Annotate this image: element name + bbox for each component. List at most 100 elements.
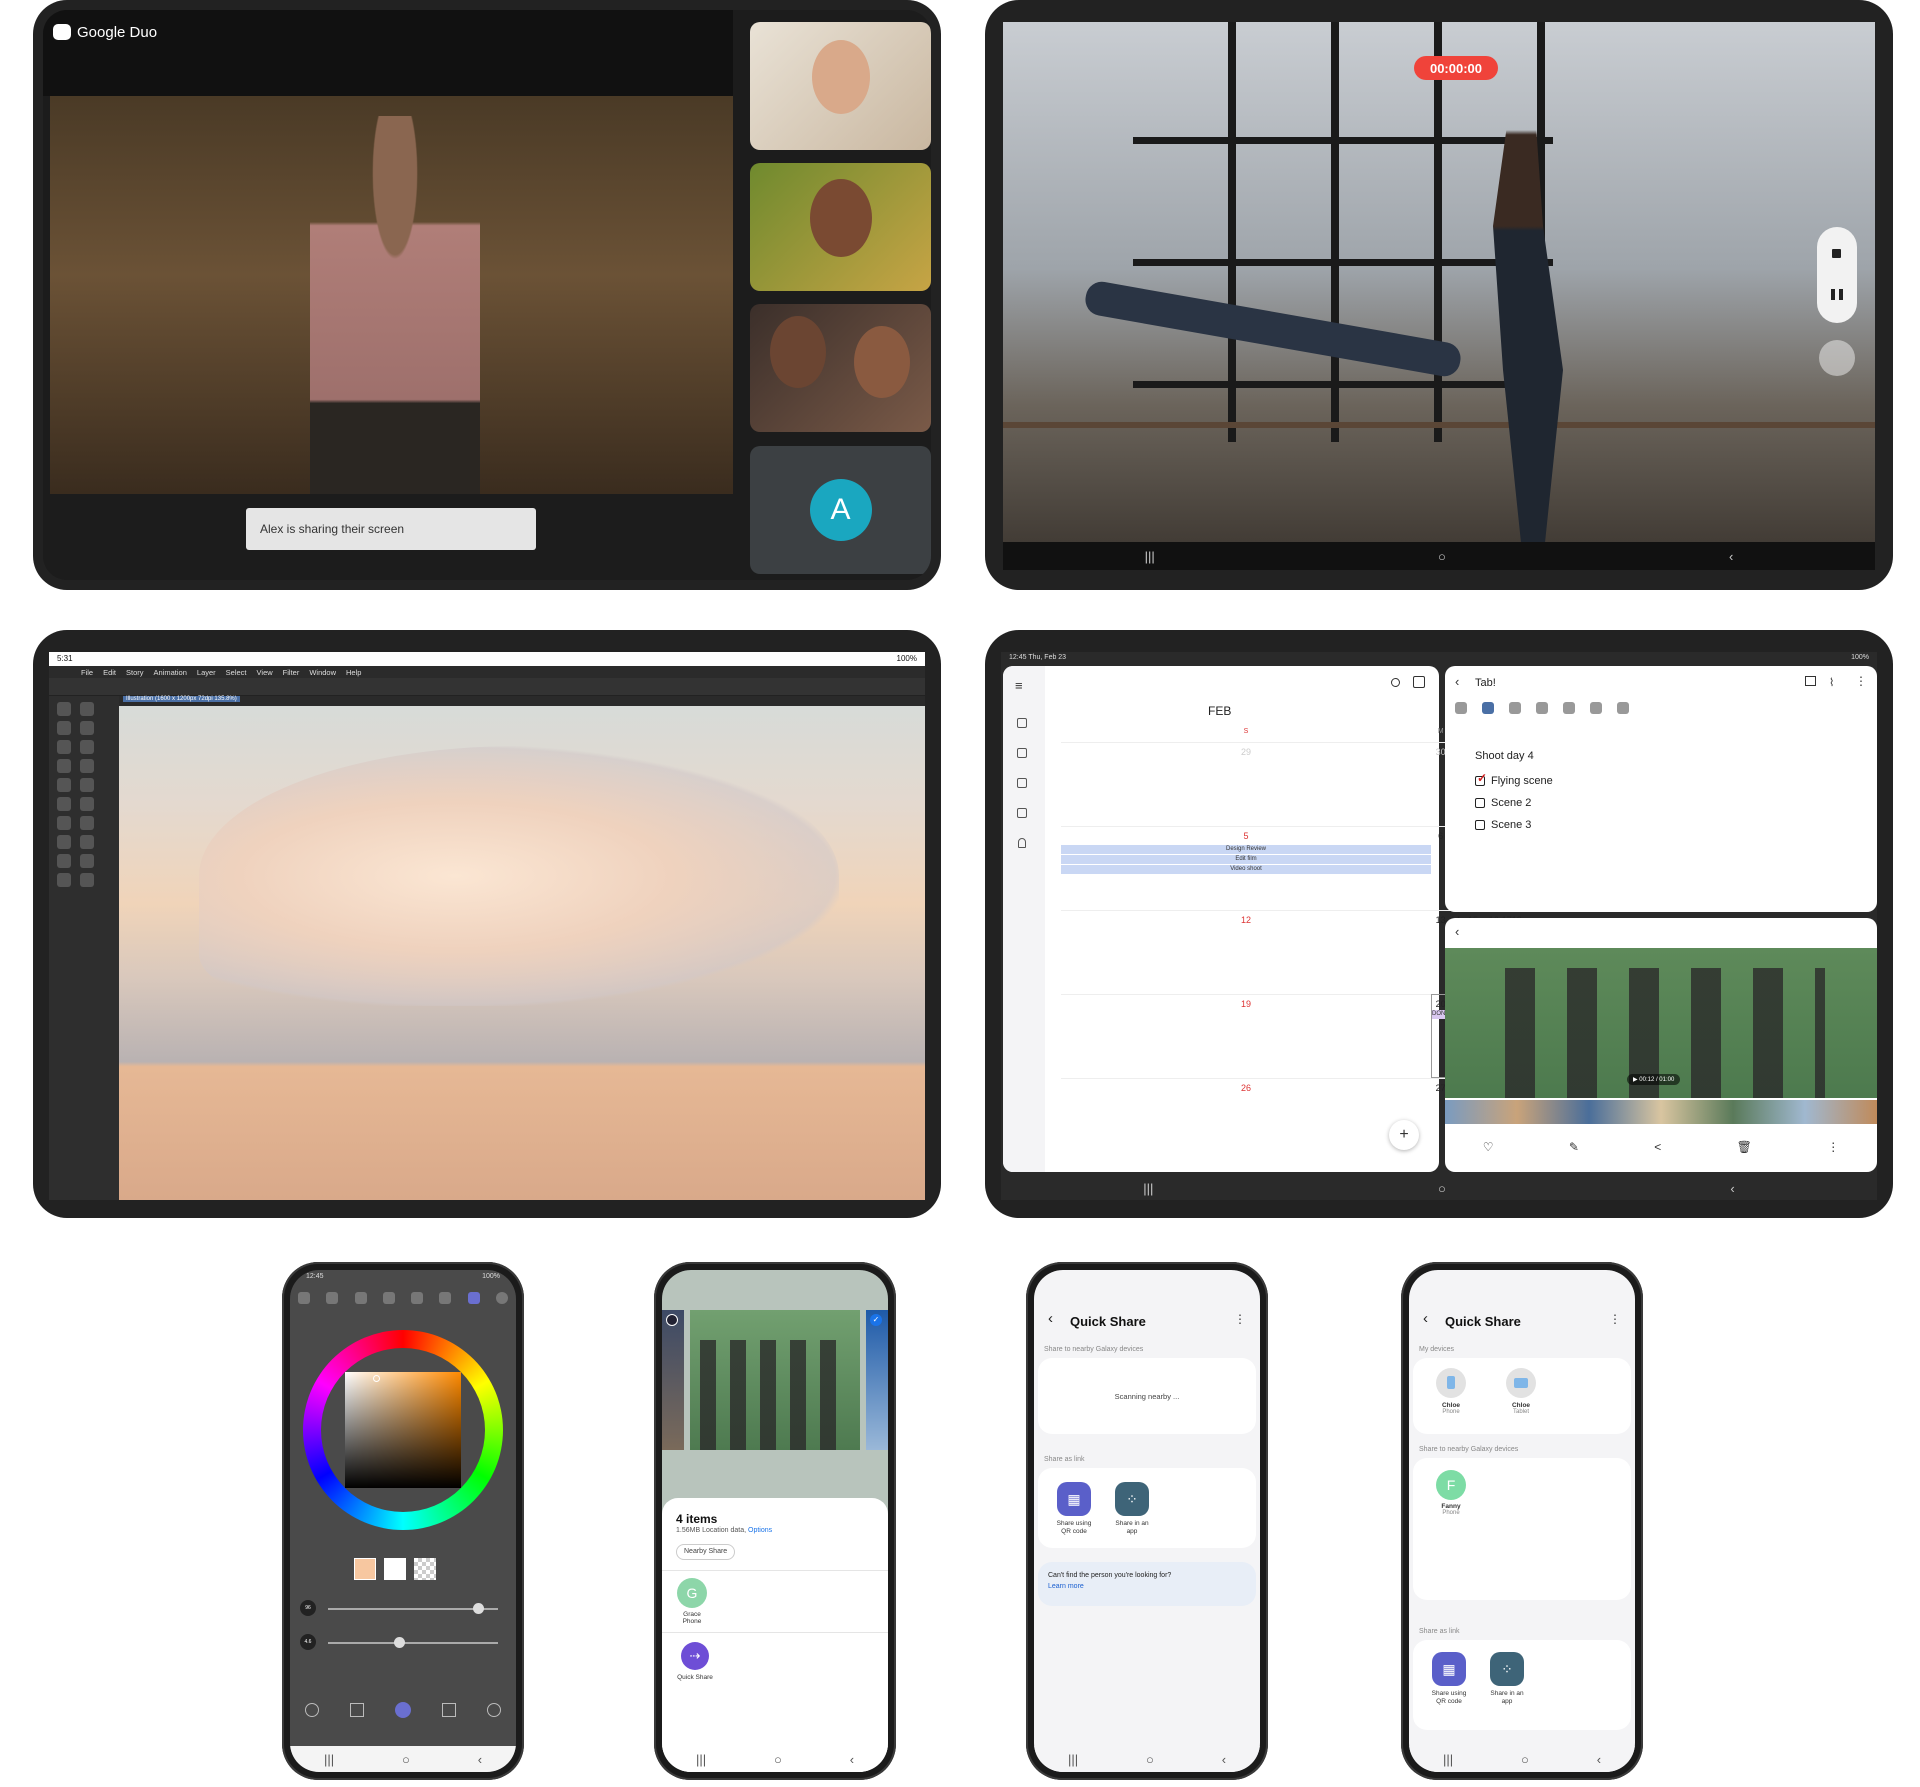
- fill-icon[interactable]: [57, 816, 71, 830]
- slider-1-knob[interactable]: [472, 1603, 484, 1614]
- select-circle-icon[interactable]: [666, 1314, 678, 1326]
- gradient-icon[interactable]: [80, 816, 94, 830]
- rotate-icon[interactable]: [57, 721, 71, 735]
- transparent-swatch[interactable]: [414, 1558, 436, 1580]
- transform-icon[interactable]: [350, 1703, 365, 1717]
- layer-icon[interactable]: [394, 1702, 411, 1718]
- more-icon[interactable]: ⋮: [1827, 1140, 1839, 1154]
- menu-item[interactable]: Select: [226, 668, 247, 677]
- wrench-icon[interactable]: [486, 1703, 501, 1717]
- zoom-icon[interactable]: [57, 702, 71, 716]
- select-check-icon[interactable]: ✓: [870, 1314, 882, 1326]
- home-icon[interactable]: ○: [774, 1752, 782, 1767]
- menu-item[interactable]: Animation: [154, 668, 187, 677]
- redo-icon[interactable]: [1617, 702, 1629, 714]
- back-icon[interactable]: ‹: [1423, 1310, 1428, 1327]
- share-icon[interactable]: <: [1654, 1140, 1661, 1154]
- home-icon[interactable]: ○: [402, 1752, 410, 1767]
- participant-tile-3[interactable]: [750, 304, 931, 432]
- hand-icon[interactable]: [80, 702, 94, 716]
- wand-icon[interactable]: [80, 740, 94, 754]
- home-icon[interactable]: ○: [1438, 549, 1446, 564]
- calendar-day[interactable]: 26: [1061, 1078, 1431, 1118]
- highlighter-icon[interactable]: [1509, 702, 1521, 714]
- canvas-tab[interactable]: Illustration (1600 x 1200px 72dpi 135.8%…: [119, 696, 925, 706]
- back-icon[interactable]: ‹: [1048, 1310, 1053, 1327]
- delete-icon[interactable]: 🗑: [1737, 1140, 1752, 1154]
- main-color-swatch[interactable]: [354, 1558, 376, 1580]
- today-icon[interactable]: [1413, 676, 1425, 688]
- brush-icon[interactable]: [80, 778, 94, 792]
- slider-2-knob[interactable]: [394, 1637, 406, 1648]
- participant-tile-2[interactable]: [750, 163, 931, 291]
- participant-tile-1[interactable]: [750, 22, 931, 150]
- calendar-day[interactable]: 12: [1061, 910, 1431, 994]
- frame-icon[interactable]: [80, 835, 94, 849]
- recents-icon[interactable]: |||: [1068, 1752, 1078, 1767]
- media-thumb-right[interactable]: [866, 1310, 888, 1450]
- back-icon[interactable]: ‹: [850, 1752, 854, 1767]
- share-app-option[interactable]: ⁘ Share in an app: [1110, 1482, 1154, 1536]
- back-icon[interactable]: ‹: [1455, 674, 1459, 689]
- home-icon[interactable]: ○: [1438, 1181, 1446, 1196]
- canvas-icon[interactable]: [441, 1703, 456, 1717]
- menu-item[interactable]: Filter: [283, 668, 300, 677]
- options-link[interactable]: Options: [748, 1527, 772, 1534]
- figure-icon[interactable]: [57, 854, 71, 868]
- move-icon[interactable]: [80, 721, 94, 735]
- zoom-icon[interactable]: [305, 1703, 320, 1717]
- sphere-icon[interactable]: [439, 1292, 452, 1304]
- ruler-icon[interactable]: [80, 873, 94, 887]
- sub-color-swatch[interactable]: [384, 1558, 406, 1580]
- media-thumb-main[interactable]: [690, 1310, 860, 1450]
- recents-icon[interactable]: |||: [1443, 1752, 1453, 1767]
- home-icon[interactable]: ○: [1146, 1752, 1154, 1767]
- event-bar[interactable]: Video shoot: [1061, 865, 1431, 874]
- home-icon[interactable]: ○: [1521, 1752, 1529, 1767]
- quick-share-target[interactable]: ⇢ Quick Share: [670, 1642, 720, 1681]
- share-qr-option[interactable]: ▦ Share using QR code: [1052, 1482, 1096, 1536]
- recents-icon[interactable]: |||: [324, 1752, 334, 1767]
- color-picker-handle[interactable]: [373, 1375, 380, 1382]
- contact-fanny[interactable]: F Fanny Phone: [1433, 1470, 1469, 1516]
- more-icon[interactable]: ⋮: [1855, 674, 1867, 688]
- reminder-icon[interactable]: [1018, 838, 1026, 848]
- media-thumb-left[interactable]: [662, 1310, 684, 1450]
- device-chloe-tablet[interactable]: Chloe Tablet: [1503, 1368, 1539, 1415]
- recents-icon[interactable]: |||: [1143, 1181, 1153, 1196]
- lasso-icon[interactable]: [1563, 702, 1575, 714]
- airbrush-icon[interactable]: [57, 797, 71, 811]
- menu-item[interactable]: Help: [346, 668, 361, 677]
- share-qr-option[interactable]: ▦ Share using QR code: [1427, 1652, 1471, 1706]
- calendar-day[interactable]: 5 Design Review Edit film Video shoot: [1061, 826, 1431, 910]
- book-icon[interactable]: [1805, 676, 1816, 686]
- favorite-icon[interactable]: ♡: [1483, 1140, 1494, 1154]
- stop-icon[interactable]: [1832, 249, 1841, 258]
- edit-icon[interactable]: ✎: [1569, 1140, 1579, 1154]
- checklist-item[interactable]: Scene 2: [1475, 792, 1553, 814]
- menu-item[interactable]: View: [257, 668, 273, 677]
- device-chloe-phone[interactable]: Chloe Phone: [1433, 1368, 1469, 1415]
- saturation-value-square[interactable]: [345, 1372, 461, 1488]
- select-icon[interactable]: [57, 740, 71, 754]
- camera-icon[interactable]: [1819, 340, 1855, 376]
- pencil-icon[interactable]: [57, 778, 71, 792]
- back-icon[interactable]: ‹: [478, 1752, 482, 1767]
- week-view-icon[interactable]: [1017, 778, 1027, 788]
- settings-icon[interactable]: [411, 1292, 424, 1304]
- image-icon[interactable]: [354, 1292, 367, 1304]
- menu-item[interactable]: File: [81, 668, 93, 677]
- event-bar[interactable]: Edit film: [1061, 855, 1431, 864]
- event-bar[interactable]: Design Review: [1061, 845, 1431, 854]
- back-icon[interactable]: ‹: [1730, 1181, 1734, 1196]
- back-icon[interactable]: ‹: [1729, 549, 1733, 564]
- pen-icon[interactable]: [1482, 702, 1494, 714]
- checklist-item[interactable]: Scene 3: [1475, 814, 1553, 836]
- undo-icon[interactable]: [1590, 702, 1602, 714]
- balloon-icon[interactable]: [57, 873, 71, 887]
- share-app-option[interactable]: ⁘ Share in an app: [1485, 1652, 1529, 1706]
- pen-icon[interactable]: [80, 759, 94, 773]
- swap-icon[interactable]: [382, 1292, 395, 1304]
- help-icon[interactable]: [495, 1292, 508, 1304]
- recents-icon[interactable]: |||: [1145, 549, 1155, 564]
